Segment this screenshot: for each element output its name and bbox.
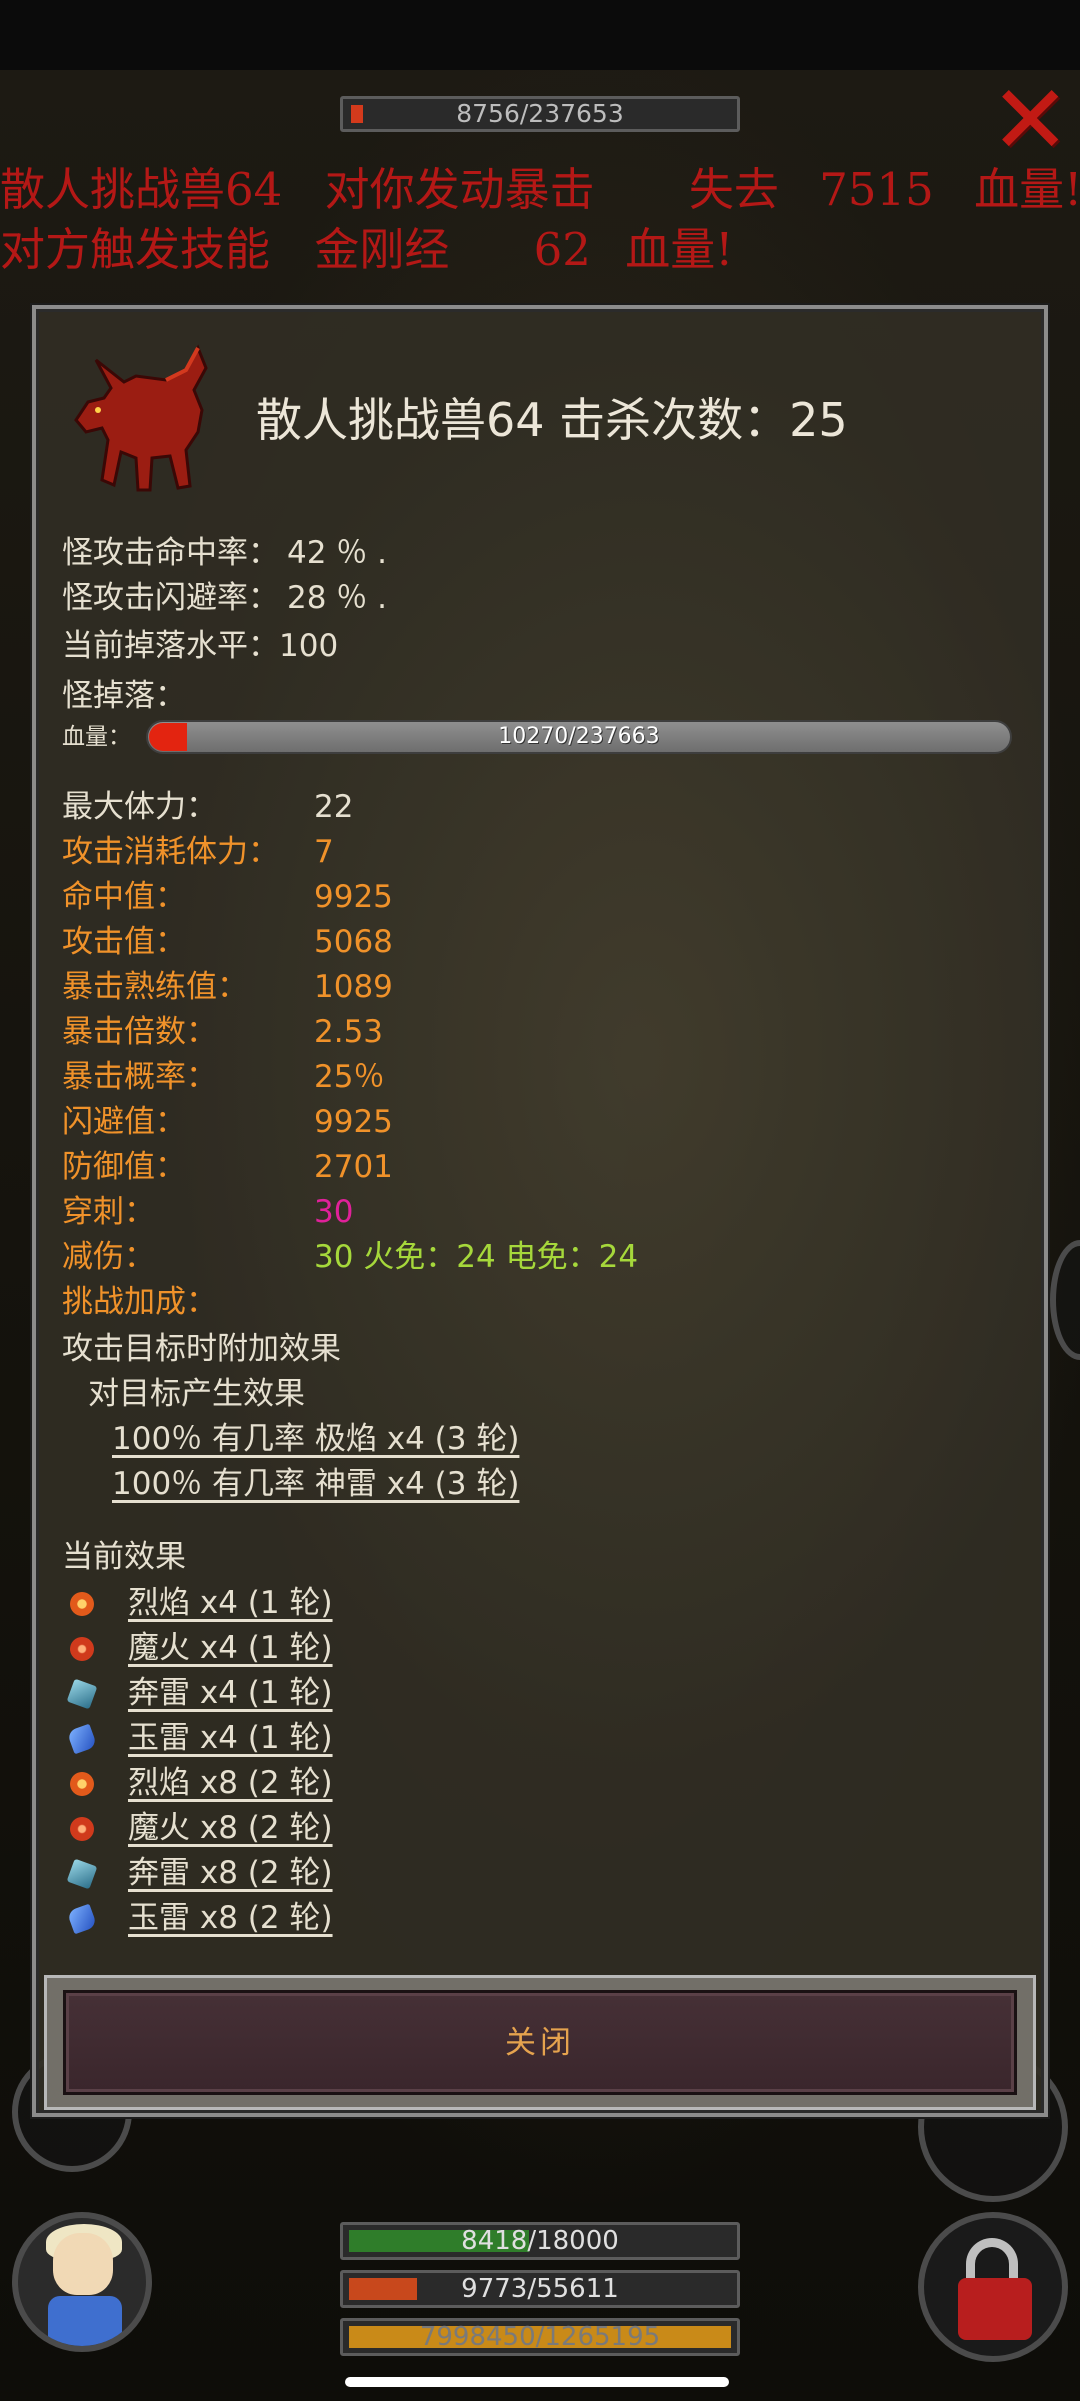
log-text: 对方触发技能 — [0, 223, 271, 276]
monster-hp-text: 10270/237663 — [498, 724, 660, 749]
lock-icon — [958, 2278, 1032, 2340]
current-effect-link[interactable]: 奔雷 x8 (2 轮) — [128, 1851, 333, 1895]
home-indicator[interactable] — [345, 2377, 729, 2387]
attr-row: 暴击熟练值： 1089 — [62, 965, 962, 1009]
attr-label: 暴击熟练值： — [62, 969, 248, 1005]
demon-fire-icon — [70, 1637, 94, 1661]
lock-button[interactable] — [918, 2212, 1068, 2362]
attr-row: 最大体力： 22 — [62, 785, 962, 829]
attr-row: 命中值： 9925 — [62, 875, 962, 919]
stat-row: 怪掉落： — [62, 674, 186, 718]
player-exp-text: 7998450/1265195 — [419, 2322, 661, 2352]
current-effect-link[interactable]: 烈焰 x8 (2 轮) — [128, 1761, 333, 1805]
current-effect-link[interactable]: 玉雷 x4 (1 轮) — [128, 1716, 333, 1760]
attack-effects-heading: 攻击目标时附加效果 — [62, 1331, 341, 1367]
player-hp-text: 8418/18000 — [461, 2226, 619, 2256]
attr-row: 穿刺： 30 — [62, 1190, 962, 1234]
attr-value: 9925 — [314, 1104, 393, 1140]
player-mp-bar: 9773/55611 — [340, 2270, 740, 2308]
attr-label: 暴击概率： — [62, 1059, 217, 1095]
demon-fire-icon — [70, 1817, 94, 1841]
close-button-panel: 关闭 — [44, 1975, 1036, 2110]
stat-row: 怪攻击闪避率： 28 ％ . — [62, 576, 387, 620]
attr-value: 2701 — [314, 1149, 393, 1185]
attr-label: 命中值： — [62, 879, 186, 915]
stat-label: 当前掉落水平： — [62, 628, 279, 664]
player-avatar[interactable] — [12, 2212, 152, 2352]
target-effect-link[interactable]: 100％ 有几率 神雷 x4 (3 轮) — [112, 1462, 519, 1506]
attr-row: 攻击值： 5068 — [62, 920, 962, 964]
current-effect-link[interactable]: 魔火 x8 (2 轮) — [128, 1806, 333, 1850]
hp-label: 血量： — [62, 724, 131, 750]
attr-row: 减伤： 30 火免：24 电免：24 — [62, 1235, 962, 1279]
stat-label: 怪攻击闪避率： — [62, 580, 279, 616]
attr-label: 攻击消耗体力： — [62, 834, 279, 870]
attr-value: 22 — [314, 789, 354, 825]
close-x-icon[interactable]: ✕ — [990, 72, 1070, 168]
stat-value: 42 ％ . — [287, 535, 388, 571]
target-effect-link[interactable]: 100％ 有几率 极焰 x4 (3 轮) — [112, 1417, 519, 1461]
attr-value: 5068 — [314, 924, 393, 960]
attr-value: 7 — [314, 834, 334, 870]
attr-row: 挑战加成： — [62, 1280, 962, 1324]
log-text: 失去 — [688, 163, 779, 216]
attr-value: 9925 — [314, 879, 393, 915]
stat-value: 28 ％ . — [287, 580, 388, 616]
current-effect-link[interactable]: 玉雷 x8 (2 轮) — [128, 1896, 333, 1940]
flame-icon — [70, 1592, 94, 1616]
attr-label: 减伤： — [62, 1239, 155, 1275]
player-exp-bar: 7998450/1265195 — [340, 2318, 740, 2356]
attr-label: 最大体力： — [62, 789, 217, 825]
attribute-list: 最大体力： 22 攻击消耗体力： 7 命中值： 9925 攻击值： 5068 暴… — [62, 785, 962, 1325]
attr-value: 30 火免：24 电免：24 — [314, 1239, 639, 1275]
attr-label: 暴击倍数： — [62, 1014, 217, 1050]
log-text: 62 — [533, 223, 591, 276]
battle-log-line: 散人挑战兽64 对你发动暴击 失去 7515 血量! — [0, 160, 1080, 220]
attr-value: 2.53 — [314, 1014, 384, 1050]
enemy-hp-bar: 8756/237653 — [340, 96, 740, 132]
current-effects-heading: 当前效果 — [62, 1539, 186, 1575]
monster-hp-bar: 10270/237663 — [146, 720, 1012, 754]
current-effect-link[interactable]: 魔火 x4 (1 轮) — [128, 1626, 333, 1670]
attr-label: 挑战加成： — [62, 1284, 217, 1320]
battle-log-line: 对方触发技能 金刚经 62 血量! — [0, 220, 1080, 280]
log-text: 对你发动暴击 — [324, 163, 595, 216]
battle-log: 散人挑战兽64 对你发动暴击 失去 7515 血量! 对方触发技能 金刚经 62… — [0, 160, 1080, 280]
close-button[interactable]: 关闭 — [63, 1990, 1017, 2095]
stat-label: 怪攻击命中率： — [62, 535, 279, 571]
attr-row: 防御值： 2701 — [62, 1145, 962, 1189]
stat-label: 怪掉落： — [62, 678, 186, 714]
attr-value: 30 — [314, 1194, 354, 1230]
monster-portrait-icon — [74, 344, 208, 492]
current-effect-link[interactable]: 烈焰 x4 (1 轮) — [128, 1581, 333, 1625]
attr-row: 闪避值： 9925 — [62, 1100, 962, 1144]
attr-value: 25％ — [314, 1059, 385, 1095]
attr-row: 暴击倍数： 2.53 — [62, 1010, 962, 1054]
log-text: 血量! — [974, 163, 1080, 216]
attr-label: 防御值： — [62, 1149, 186, 1185]
attr-row: 攻击消耗体力： 7 — [62, 830, 962, 874]
current-effect-link[interactable]: 奔雷 x4 (1 轮) — [128, 1671, 333, 1715]
avatar-head — [53, 2233, 113, 2295]
player-mp-text: 9773/55611 — [461, 2274, 619, 2304]
target-effects-heading: 对目标产生效果 — [88, 1376, 305, 1412]
enemy-hp-text: 8756/237653 — [456, 99, 624, 128]
dialog-title: 散人挑战兽64 击杀次数：25 — [256, 393, 848, 447]
attr-label: 攻击值： — [62, 924, 186, 960]
stat-row: 怪攻击命中率： 42 ％ . — [62, 531, 387, 575]
log-text: 散人挑战兽64 — [0, 163, 283, 216]
log-text: 金刚经 — [314, 223, 450, 276]
log-text: 7515 — [819, 163, 934, 216]
log-text: 血量! — [625, 223, 734, 276]
attr-label: 闪避值： — [62, 1104, 186, 1140]
attr-value: 1089 — [314, 969, 393, 1005]
stat-row: 当前掉落水平：100 — [62, 624, 338, 668]
avatar-body — [48, 2296, 122, 2346]
stat-value: 100 — [279, 628, 339, 664]
attr-label: 穿刺： — [62, 1194, 155, 1230]
attr-row: 暴击概率： 25％ — [62, 1055, 962, 1099]
player-hp-bar: 8418/18000 — [340, 2222, 740, 2260]
flame-icon — [70, 1772, 94, 1796]
